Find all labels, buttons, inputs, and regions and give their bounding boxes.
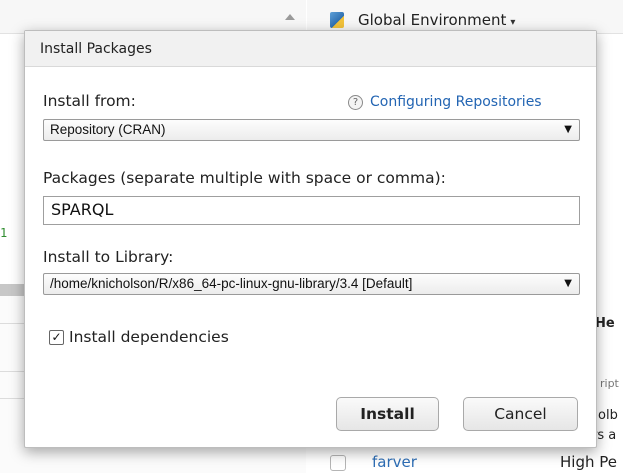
package-checkbox[interactable] xyxy=(330,455,346,471)
text-fragment: olb xyxy=(598,408,618,423)
package-row: farver High Pe xyxy=(330,453,623,473)
install-from-value: Repository (CRAN) xyxy=(50,122,166,137)
install-dependencies-checkbox[interactable]: ✓ xyxy=(49,329,64,345)
install-from-select[interactable]: Repository (CRAN) ▼ xyxy=(43,119,580,141)
scroll-up-arrow-icon[interactable] xyxy=(285,14,295,20)
package-name-link[interactable]: farver xyxy=(372,453,417,471)
install-from-label: Install from: xyxy=(43,92,136,110)
library-select[interactable]: /home/knicholson/R/x86_64-pc-linux-gnu-l… xyxy=(43,273,580,295)
description-text-fragment: ript xyxy=(600,377,619,390)
install-packages-dialog: Install Packages Install from: ? Configu… xyxy=(24,30,597,448)
environment-icon xyxy=(330,12,344,28)
dropdown-arrow-icon: ▼ xyxy=(564,278,572,289)
packages-input[interactable]: SPARQL xyxy=(43,196,580,225)
console-line-number: 1 xyxy=(0,226,8,240)
install-dependencies-label: Install dependencies xyxy=(69,328,229,346)
cancel-button[interactable]: Cancel xyxy=(463,397,578,431)
configuring-repositories-link[interactable]: ? Configuring Repositories xyxy=(348,94,542,110)
packages-label: Packages (separate multiple with space o… xyxy=(43,169,446,187)
dialog-title: Install Packages xyxy=(40,41,152,57)
environment-label: Global Environment xyxy=(358,11,507,29)
source-toolbar xyxy=(0,0,306,34)
dropdown-arrow-icon: ▼ xyxy=(564,124,572,135)
library-value: /home/knicholson/R/x86_64-pc-linux-gnu-l… xyxy=(50,276,413,291)
packages-column-header: He xyxy=(595,316,615,331)
package-title: High Pe xyxy=(560,453,617,471)
install-button[interactable]: Install xyxy=(336,397,439,431)
help-link-label: Configuring Repositories xyxy=(370,94,542,110)
caret-down-icon: ▾ xyxy=(510,17,516,28)
dialog-titlebar[interactable]: Install Packages xyxy=(25,31,596,67)
install-to-library-label: Install to Library: xyxy=(43,248,174,266)
install-dependencies-option[interactable]: ✓ Install dependencies xyxy=(49,328,229,346)
help-icon: ? xyxy=(348,94,363,110)
environment-selector[interactable]: Global Environment ▾ xyxy=(358,11,515,29)
